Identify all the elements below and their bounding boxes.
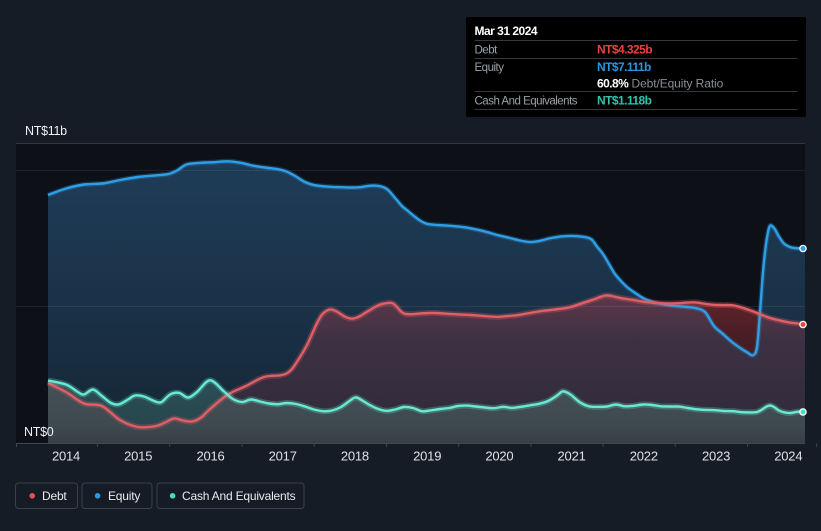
svg-text:2017: 2017: [269, 449, 297, 464]
svg-text:Mar 31 2024: Mar 31 2024: [475, 24, 538, 38]
svg-text:2023: 2023: [702, 449, 730, 464]
svg-text:2022: 2022: [630, 449, 658, 464]
svg-text:NT$7.111b: NT$7.111b: [597, 60, 651, 74]
svg-text:2015: 2015: [124, 449, 152, 464]
svg-text:NT$1.118b: NT$1.118b: [597, 94, 652, 108]
svg-text:Equity: Equity: [475, 62, 505, 74]
svg-text:2020: 2020: [485, 449, 513, 464]
svg-text:2019: 2019: [413, 449, 441, 464]
svg-text:Cash And Equivalents: Cash And Equivalents: [475, 96, 578, 108]
svg-text:Debt: Debt: [475, 45, 499, 57]
svg-text:2016: 2016: [196, 449, 224, 464]
svg-text:2018: 2018: [341, 449, 369, 464]
svg-text:2021: 2021: [558, 449, 586, 464]
svg-text:Cash And Equivalents: Cash And Equivalents: [182, 489, 296, 503]
svg-text:2014: 2014: [52, 449, 80, 464]
svg-text:2024: 2024: [774, 449, 802, 464]
svg-text:NT$11b: NT$11b: [25, 124, 67, 138]
svg-text:Debt: Debt: [42, 489, 67, 503]
svg-text:NT$0: NT$0: [24, 425, 54, 439]
svg-text:60.8% Debt/Equity Ratio: 60.8% Debt/Equity Ratio: [597, 77, 724, 91]
svg-text:NT$4.325b: NT$4.325b: [597, 43, 652, 57]
svg-text:Equity: Equity: [108, 489, 140, 503]
